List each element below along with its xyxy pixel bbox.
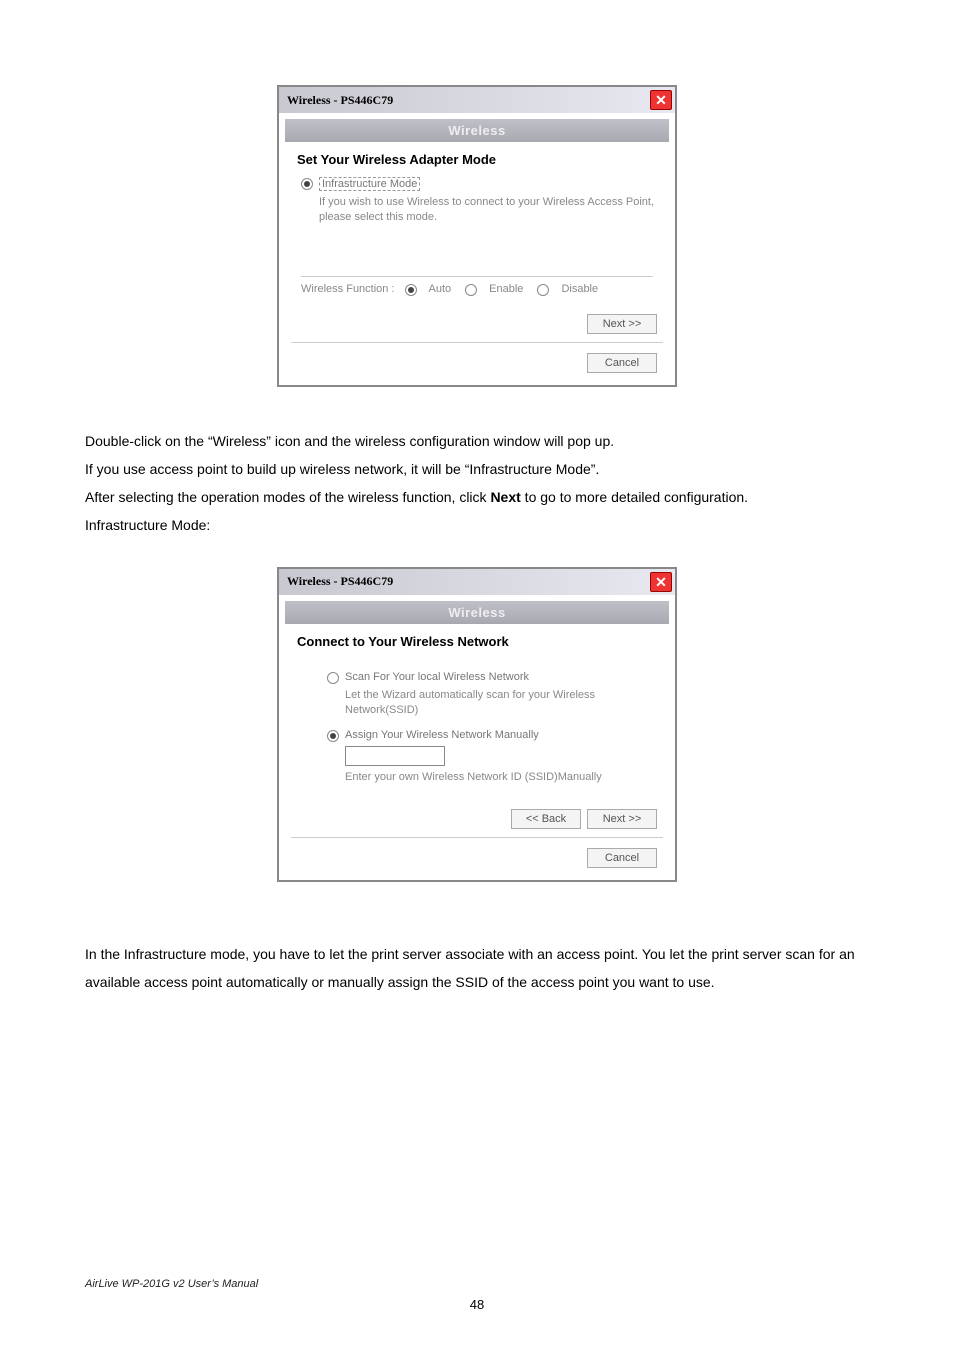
radio-label: Scan For Your local Wireless Network: [345, 671, 529, 683]
body-paragraph-2: In the Infrastructure mode, you have to …: [85, 940, 869, 996]
opt-auto: Auto: [429, 283, 452, 295]
next-button[interactable]: Next >>: [587, 809, 657, 829]
text-bold: Next: [490, 489, 520, 505]
radio-icon: [301, 178, 313, 190]
button-row: Cancel: [285, 347, 669, 379]
titlebar: Wireless - PS446C79 ✕: [279, 87, 675, 113]
divider: [301, 276, 653, 277]
page-number: 48: [0, 1297, 954, 1312]
radio-manual[interactable]: Assign Your Wireless Network Manually: [327, 729, 669, 742]
divider: [291, 837, 663, 838]
body-paragraph-1: Double-click on the “Wireless” icon and …: [85, 427, 869, 539]
titlebar: Wireless - PS446C79 ✕: [279, 569, 675, 595]
radio-icon[interactable]: [405, 284, 417, 296]
section-title: Connect to Your Wireless Network: [297, 634, 669, 649]
para-line: After selecting the operation modes of t…: [85, 483, 869, 511]
next-button[interactable]: Next >>: [587, 314, 657, 334]
radio-scan[interactable]: Scan For Your local Wireless Network: [327, 671, 669, 684]
opt-disable: Disable: [561, 283, 598, 295]
radio-infrastructure-desc: If you wish to use Wireless to connect t…: [319, 195, 669, 226]
button-row: Cancel: [285, 842, 669, 874]
radio-infrastructure[interactable]: Infrastructure Mode: [301, 177, 669, 191]
wireless-mode-dialog: Wireless - PS446C79 ✕ Wireless Set Your …: [277, 85, 677, 387]
radio-icon[interactable]: [537, 284, 549, 296]
dialog-body: Wireless Connect to Your Wireless Networ…: [279, 595, 675, 880]
wireless-connect-dialog: Wireless - PS446C79 ✕ Wireless Connect t…: [277, 567, 677, 882]
titlebar-text: Wireless - PS446C79: [287, 574, 393, 589]
close-icon[interactable]: ✕: [650, 90, 672, 110]
ssid-input[interactable]: [345, 746, 445, 766]
radio-icon[interactable]: [465, 284, 477, 296]
dialog-body: Wireless Set Your Wireless Adapter Mode …: [279, 113, 675, 385]
text: to go to more detailed configuration.: [521, 489, 748, 505]
header-strip: Wireless: [285, 119, 669, 142]
section-title: Set Your Wireless Adapter Mode: [297, 152, 669, 167]
footer-text: AirLive WP-201G v2 User’s Manual: [85, 1278, 258, 1290]
radio-manual-desc: Enter your own Wireless Network ID (SSID…: [345, 770, 669, 785]
header-strip: Wireless: [285, 601, 669, 624]
cancel-button[interactable]: Cancel: [587, 848, 657, 868]
para-line: Double-click on the “Wireless” icon and …: [85, 427, 869, 455]
cancel-button[interactable]: Cancel: [587, 353, 657, 373]
radio-icon: [327, 672, 339, 684]
para-line: Infrastructure Mode:: [85, 511, 869, 539]
titlebar-text: Wireless - PS446C79: [287, 93, 393, 108]
radio-icon: [327, 730, 339, 742]
button-row: << Back Next >>: [285, 803, 669, 835]
func-label: Wireless Function :: [301, 283, 395, 295]
radio-scan-desc: Let the Wizard automatically scan for yo…: [345, 688, 669, 719]
divider: [291, 342, 663, 343]
opt-enable: Enable: [489, 283, 523, 295]
back-button[interactable]: << Back: [511, 809, 581, 829]
radio-label: Infrastructure Mode: [319, 177, 420, 191]
button-row: Next >>: [285, 308, 669, 340]
wireless-function-row: Wireless Function : Auto Enable Disable: [301, 283, 669, 296]
para-line: If you use access point to build up wire…: [85, 455, 869, 483]
text: After selecting the operation modes of t…: [85, 489, 490, 505]
radio-label: Assign Your Wireless Network Manually: [345, 729, 539, 741]
close-icon[interactable]: ✕: [650, 572, 672, 592]
